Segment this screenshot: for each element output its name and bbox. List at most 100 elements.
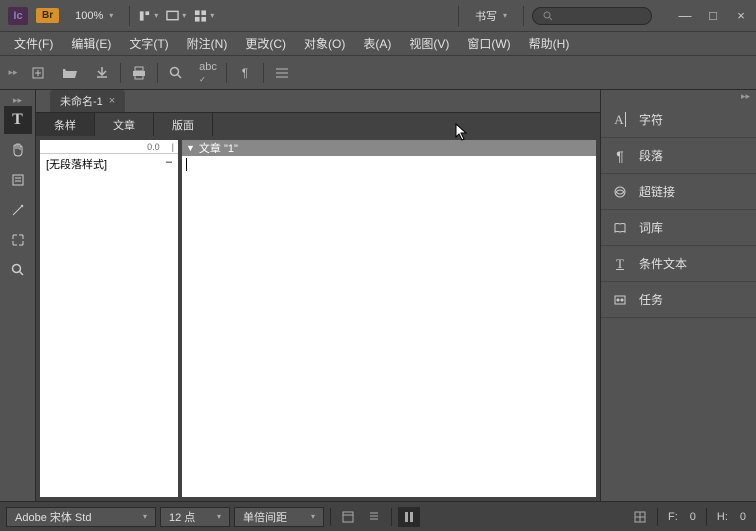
view2-icon[interactable] xyxy=(363,507,385,527)
separator xyxy=(657,508,658,526)
zoom-value: 100% xyxy=(75,10,103,22)
panel-tab[interactable]: 文章 xyxy=(95,113,154,136)
view-options-icon[interactable]: ▾ xyxy=(138,6,158,26)
panel-tabs: 条样文章版面 xyxy=(36,112,600,136)
ruler-tick: | xyxy=(172,142,174,152)
separator xyxy=(330,508,331,526)
app-icon: Ic xyxy=(8,7,28,25)
menu-item[interactable]: 文件(F) xyxy=(6,32,61,55)
workspace-label: 书写 xyxy=(475,8,497,24)
panel-tab[interactable]: 条样 xyxy=(36,113,95,136)
font-size-dropdown[interactable]: 12 点 ▾ xyxy=(160,507,230,527)
disclosure-triangle-icon[interactable]: ▼ xyxy=(186,143,195,153)
screen-mode-icon[interactable]: ▾ xyxy=(166,6,186,26)
bridge-badge[interactable]: Br xyxy=(36,8,59,23)
separator xyxy=(458,6,459,26)
story-title: 文章 "1" xyxy=(199,140,238,156)
toolbar: ▸▸ abc✓ ¶ xyxy=(0,56,756,90)
document-area: 未命名-1 × 条样文章版面 0.0 | [无段落样式]– ▼ 文章 "1" xyxy=(36,90,600,501)
window-controls: — □ × xyxy=(678,9,748,23)
line-spacing-dropdown[interactable]: 单倍间距 ▾ xyxy=(234,507,324,527)
print-icon[interactable] xyxy=(125,59,153,87)
separator xyxy=(523,6,524,26)
document-tab[interactable]: 未命名-1 × xyxy=(50,90,125,112)
titlebar: Ic Br 100% ▾ ▾ ▾ ▾ 书写 ▾ — □ × xyxy=(0,0,756,32)
eyedropper-tool[interactable] xyxy=(4,196,32,224)
expand-panels-icon[interactable]: ▸▸ xyxy=(601,90,756,102)
spellcheck-icon[interactable]: abc✓ xyxy=(194,59,222,87)
panel-button[interactable]: ¶段落 xyxy=(601,138,756,174)
story-header: ▼ 文章 "1" xyxy=(182,140,596,156)
spacing-label: 单倍间距 xyxy=(243,509,287,525)
menu-item[interactable]: 编辑(E) xyxy=(63,32,119,55)
separator xyxy=(391,508,392,526)
panel-icon xyxy=(611,219,629,237)
panel-button[interactable]: 超链接 xyxy=(601,174,756,210)
font-family-dropdown[interactable]: Adobe 宋体 Std ▾ xyxy=(6,507,156,527)
open-icon[interactable] xyxy=(56,59,84,87)
panel-label: 条件文本 xyxy=(639,255,687,272)
expand-toolbar-icon[interactable]: ▸▸ xyxy=(6,56,20,90)
panel-label: 段落 xyxy=(639,147,663,164)
panel-button[interactable]: 词库 xyxy=(601,210,756,246)
search-input[interactable] xyxy=(532,7,652,25)
zoom-tool[interactable] xyxy=(4,256,32,284)
menu-item[interactable]: 文字(T) xyxy=(121,32,176,55)
chevron-down-icon: ▾ xyxy=(143,512,147,521)
note-tool[interactable] xyxy=(4,166,32,194)
story-editor[interactable]: ▼ 文章 "1" xyxy=(182,140,596,497)
menu-item[interactable]: 帮助(H) xyxy=(521,32,578,55)
menu-item[interactable]: 附注(N) xyxy=(179,32,236,55)
document-tabs: 未命名-1 × xyxy=(36,90,600,112)
panel-tab[interactable]: 版面 xyxy=(154,113,213,136)
arrange-icon[interactable]: ▾ xyxy=(194,6,214,26)
font-name: Adobe 宋体 Std xyxy=(15,509,91,525)
close-button[interactable]: × xyxy=(734,9,748,23)
view1-icon[interactable] xyxy=(337,507,359,527)
maximize-button[interactable]: □ xyxy=(706,9,720,23)
styles-header: 0.0 | xyxy=(40,140,178,154)
save-icon[interactable] xyxy=(88,59,116,87)
menu-item[interactable]: 对象(O) xyxy=(296,32,353,55)
separator xyxy=(226,63,227,83)
pilcrow-icon[interactable]: ¶ xyxy=(231,59,259,87)
expand-toolbox-icon[interactable]: ▸▸ xyxy=(0,94,36,106)
position-tool[interactable] xyxy=(4,226,32,254)
style-item[interactable]: [无段落样式]– xyxy=(40,154,178,174)
workspace-dropdown[interactable]: 书写 ▾ xyxy=(467,6,515,26)
f-value: 0 xyxy=(686,511,700,523)
panel-icon: T xyxy=(611,255,629,273)
find-icon[interactable] xyxy=(162,59,190,87)
content-row: 0.0 | [无段落样式]– ▼ 文章 "1" xyxy=(36,136,600,501)
type-tool[interactable]: T xyxy=(4,106,32,134)
minimize-button[interactable]: — xyxy=(678,9,692,23)
panel-label: 任务 xyxy=(639,291,663,308)
menu-item[interactable]: 窗口(W) xyxy=(459,32,518,55)
menu-item[interactable]: 视图(V) xyxy=(401,32,457,55)
menu-icon[interactable] xyxy=(268,59,296,87)
styles-panel: 0.0 | [无段落样式]– xyxy=(40,140,178,497)
panel-button[interactable]: A字符 xyxy=(601,102,756,138)
control-bar: Adobe 宋体 Std ▾ 12 点 ▾ 单倍间距 ▾ F: 0 H: 0 xyxy=(0,501,756,531)
separator xyxy=(129,6,130,26)
menu-item[interactable]: 表(A) xyxy=(355,32,399,55)
panel-button[interactable]: T 条件文本 xyxy=(601,246,756,282)
hand-tool[interactable] xyxy=(4,136,32,164)
close-tab-icon[interactable]: × xyxy=(109,95,115,107)
view3-icon[interactable] xyxy=(398,507,420,527)
separator xyxy=(120,63,121,83)
chevron-down-icon: ▾ xyxy=(311,512,315,521)
new-icon[interactable] xyxy=(24,59,52,87)
panel-label: 超链接 xyxy=(639,183,675,200)
h-label: H: xyxy=(713,511,732,523)
chevron-down-icon: ▾ xyxy=(503,11,507,20)
right-panels: ▸▸ A字符¶段落超链接词库 T 条件文本任务 xyxy=(600,90,756,501)
h-value: 0 xyxy=(736,511,750,523)
panel-button[interactable]: 任务 xyxy=(601,282,756,318)
separator xyxy=(157,63,158,83)
zoom-dropdown[interactable]: 100% ▾ xyxy=(67,8,121,24)
grid-icon[interactable] xyxy=(629,507,651,527)
f-label: F: xyxy=(664,511,682,523)
menu-item[interactable]: 更改(C) xyxy=(237,32,294,55)
search-icon xyxy=(543,11,553,21)
